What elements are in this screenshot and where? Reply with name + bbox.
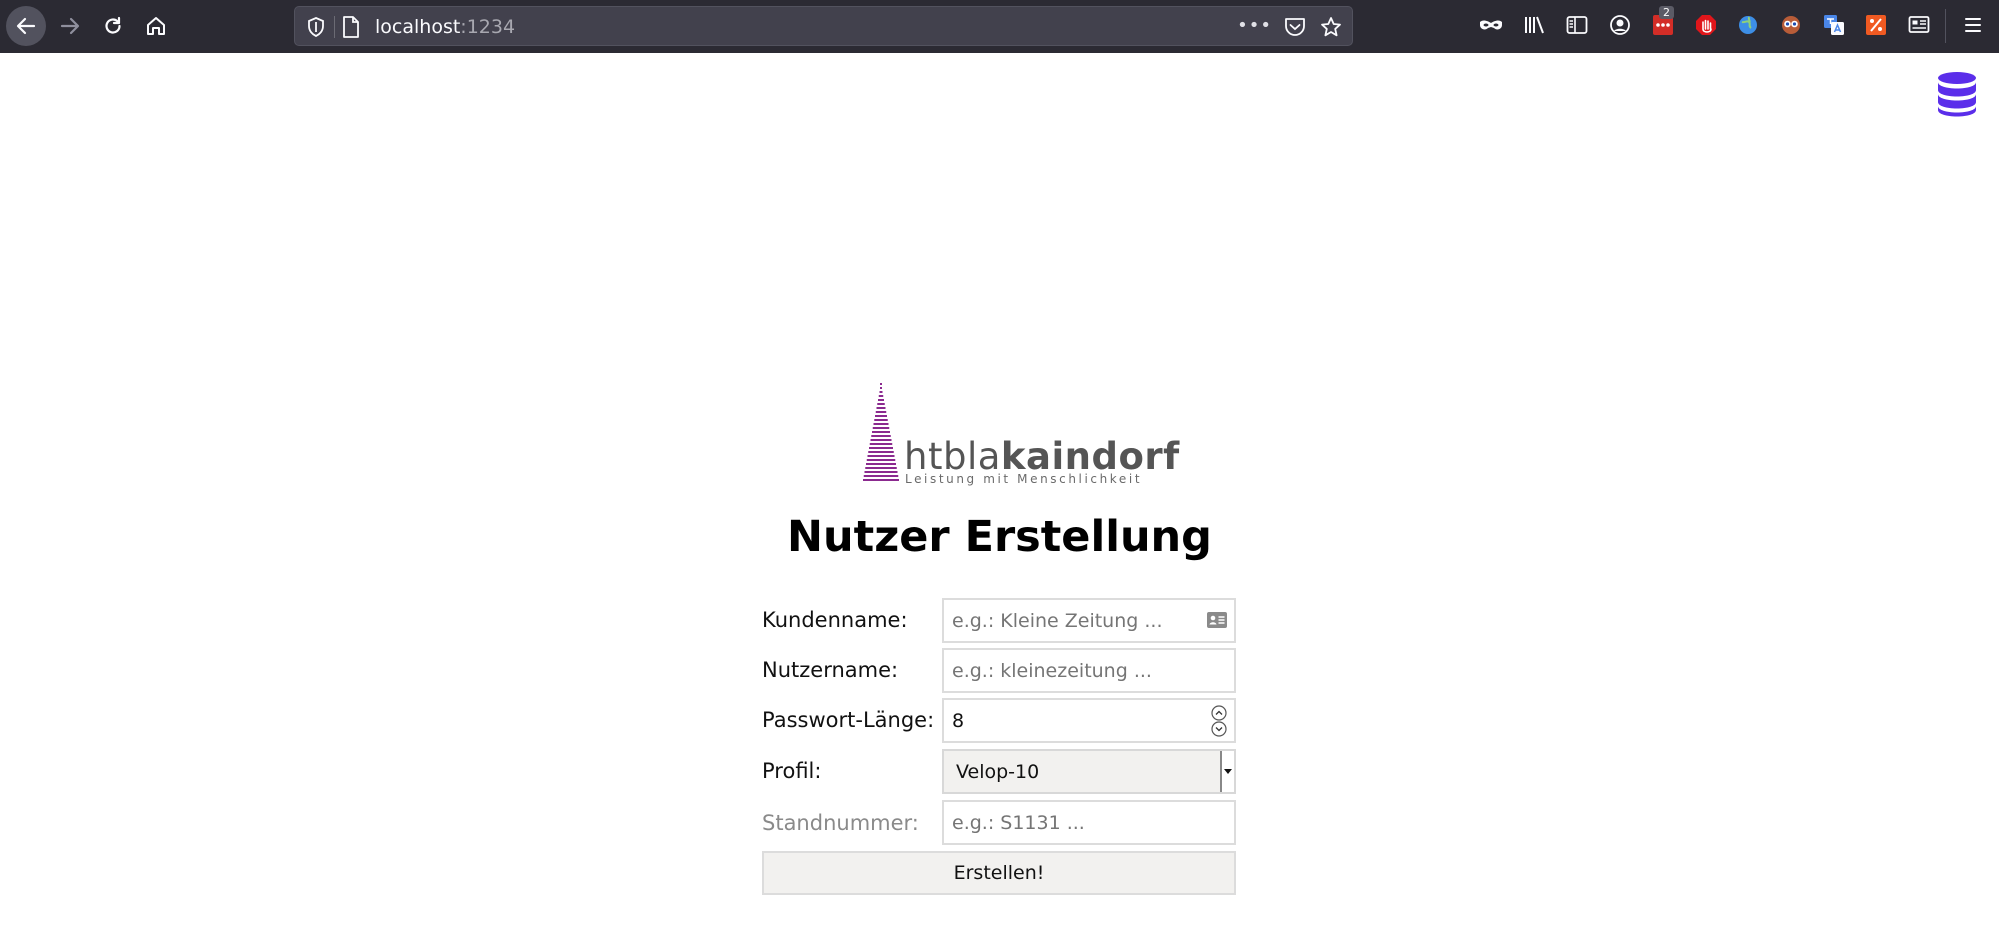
- page-title: Nutzer Erstellung: [787, 512, 1212, 562]
- bookmark-star-icon[interactable]: [1320, 16, 1342, 42]
- hamburger-menu-icon[interactable]: [1960, 12, 1986, 38]
- page-icon[interactable]: [342, 16, 360, 42]
- profil-selected-value: Velop-10: [956, 761, 1040, 783]
- nutzername-input[interactable]: e.g.: kleinezeitung ...: [942, 648, 1236, 693]
- url-host: localhost: [375, 16, 461, 38]
- profil-label: Profil:: [762, 759, 822, 783]
- nutzername-placeholder: e.g.: kleinezeitung ...: [952, 660, 1152, 682]
- library-icon[interactable]: [1522, 12, 1548, 38]
- chevron-down-icon[interactable]: [1220, 751, 1234, 792]
- erstellen-button[interactable]: Erstellen!: [762, 851, 1236, 895]
- standnummer-placeholder: e.g.: S1131 ...: [952, 812, 1085, 834]
- home-button[interactable]: [136, 6, 176, 46]
- reader-view-icon[interactable]: [1906, 12, 1932, 38]
- standnummer-input[interactable]: e.g.: S1131 ...: [942, 800, 1236, 845]
- extension-badge: 2: [1659, 6, 1674, 19]
- profil-select[interactable]: Velop-10: [942, 749, 1236, 794]
- contact-card-icon[interactable]: [1206, 611, 1228, 633]
- passwort-laenge-label: Passwort-Länge:: [762, 708, 935, 732]
- passwort-laenge-value: 8: [952, 710, 965, 732]
- toolbar-divider: [1945, 9, 1946, 43]
- number-spinner-icon[interactable]: [1210, 704, 1228, 738]
- back-button[interactable]: [6, 6, 46, 46]
- arrow-right-icon: [60, 17, 80, 35]
- logo-tagline: Leistung mit Menschlichkeit: [905, 472, 1143, 486]
- forward-button[interactable]: [50, 6, 90, 46]
- browser-toolbar: localhost:1234 ••• 2: [0, 0, 1999, 53]
- adblock-hand-icon[interactable]: [1693, 12, 1719, 38]
- school-logo-wordmark: htblakaindorf: [904, 437, 1180, 477]
- pocket-icon[interactable]: [1284, 17, 1306, 41]
- url-separator: [334, 16, 335, 38]
- kundenname-input[interactable]: e.g.: Kleine Zeitung ...: [942, 598, 1236, 643]
- kundenname-label: Kundenname:: [762, 608, 908, 632]
- page-actions-menu[interactable]: •••: [1237, 15, 1272, 36]
- passwort-laenge-input[interactable]: 8: [942, 698, 1236, 743]
- sidebar-icon[interactable]: [1564, 12, 1590, 38]
- home-icon: [147, 17, 165, 35]
- url-bar[interactable]: localhost:1234 •••: [294, 6, 1353, 46]
- percent-extension-icon[interactable]: [1863, 12, 1889, 38]
- shield-icon[interactable]: [307, 17, 325, 41]
- account-icon[interactable]: [1607, 12, 1633, 38]
- nutzername-label: Nutzername:: [762, 658, 899, 682]
- standnummer-label: Standnummer:: [762, 811, 919, 835]
- kundenname-placeholder: e.g.: Kleine Zeitung ...: [952, 610, 1163, 632]
- reload-button[interactable]: [93, 6, 133, 46]
- url-text[interactable]: localhost:1234: [375, 16, 515, 38]
- reload-icon: [105, 16, 121, 34]
- url-port: :1234: [460, 16, 516, 38]
- private-mask-icon[interactable]: [1478, 12, 1504, 38]
- database-icon[interactable]: [1936, 71, 1978, 117]
- translate-extension-icon[interactable]: [1821, 12, 1847, 38]
- owl-extension-icon[interactable]: [1778, 12, 1804, 38]
- arrow-left-icon: [16, 17, 36, 35]
- globe-extension-icon[interactable]: [1735, 12, 1761, 38]
